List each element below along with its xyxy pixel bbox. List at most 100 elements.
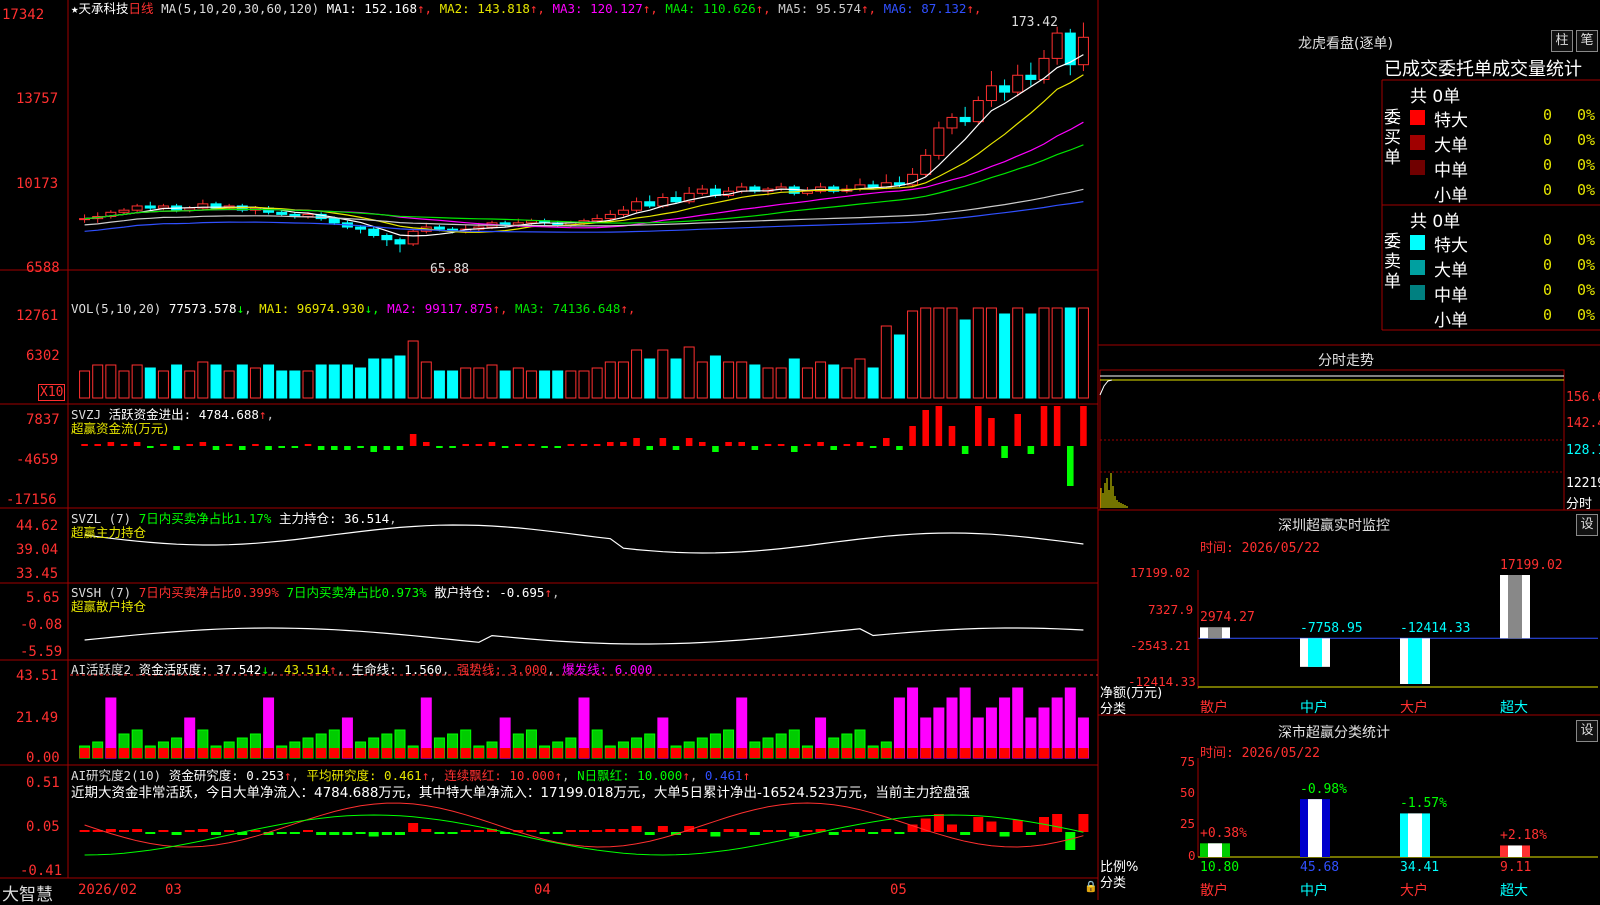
period-label[interactable]: 日线 xyxy=(129,1,154,16)
ai-active-base xyxy=(487,748,497,758)
sell-row-name-1: 特大 xyxy=(1434,236,1468,256)
ai-active-base xyxy=(434,748,445,758)
ai-active-base xyxy=(881,748,892,758)
intraday-tick-4: 12219 xyxy=(1566,476,1600,491)
ai-active-base xyxy=(342,748,353,758)
svzj-bar xyxy=(830,446,837,450)
volume-bar xyxy=(788,358,800,399)
dragon-title: 龙虎看盘(逐单) xyxy=(1298,36,1393,52)
ai-active-base xyxy=(539,748,550,758)
svzl-p2: 主力持仓: 36.514 xyxy=(278,511,390,526)
volume-bar xyxy=(249,367,261,399)
volume-bars xyxy=(79,307,1089,399)
sz-class-bar xyxy=(1500,845,1530,857)
sell-row-value-1: 0 xyxy=(1543,231,1553,249)
sz-monitor-axis-title2: 分类 xyxy=(1100,702,1127,717)
sz-monitor-bar xyxy=(1500,575,1530,639)
candle-body xyxy=(1051,32,1063,59)
volume-bar xyxy=(801,367,813,399)
candle-body xyxy=(1012,74,1024,93)
svzl-subtitle: 超赢主力持仓 xyxy=(71,525,147,540)
svzj-bar xyxy=(751,446,759,450)
ai-research-bar xyxy=(763,830,773,832)
svzl-tick-2: 39.04 xyxy=(16,542,59,558)
intraday-open-line xyxy=(1099,379,1113,396)
candle-body xyxy=(644,201,656,207)
svsh-p3: 散户持仓: -0.695 xyxy=(434,585,545,600)
volume-bar xyxy=(657,349,669,399)
ai-active-base xyxy=(828,748,839,758)
svzl-p1: 7日内买卖净占比1.17% xyxy=(138,511,272,526)
date-label-1: 2026/02 xyxy=(78,882,138,898)
volume-bar xyxy=(749,364,761,399)
volume-bar xyxy=(670,358,682,399)
ai-active-base xyxy=(119,748,129,758)
sz-class-value-1: 10.80 xyxy=(1200,860,1240,875)
ai-research-bar xyxy=(1052,814,1063,832)
sz-class-settings-button[interactable]: 设 xyxy=(1576,720,1598,742)
volume-bar xyxy=(933,307,945,399)
sz-monitor-value-2: -7758.95 xyxy=(1300,621,1363,637)
volume-bar xyxy=(512,367,524,399)
volume-bar xyxy=(552,370,564,399)
up-arrow-icon: ↑ xyxy=(682,768,690,783)
lock-icon[interactable]: 🔒 xyxy=(1084,880,1098,893)
candle-body xyxy=(1038,57,1050,80)
up-arrow-icon: ↑, xyxy=(492,301,516,316)
pillar-button[interactable]: 柱 xyxy=(1551,30,1573,52)
candle-body xyxy=(670,197,682,203)
ai-research-bar xyxy=(973,817,984,832)
main-canvas xyxy=(0,0,1600,900)
volume-bar xyxy=(841,367,853,399)
ai-active-title: AI活跃度2 xyxy=(71,662,132,677)
volume-bar xyxy=(473,367,485,399)
ai-active-base xyxy=(605,748,616,758)
ai-research-bar xyxy=(329,832,340,835)
ai-active-tick-2: 21.49 xyxy=(16,710,59,726)
ai-research-bar xyxy=(1025,832,1036,835)
ai-research-bar xyxy=(526,830,537,832)
ai-research-bar xyxy=(289,832,300,834)
ai-research-bar xyxy=(303,830,313,832)
ai-research-bar xyxy=(395,832,405,835)
candlestick-series xyxy=(79,22,1089,253)
volume-bar xyxy=(433,370,445,399)
candle-body xyxy=(433,226,445,230)
sz-class-time: 时间: 2026/05/22 xyxy=(1200,746,1320,761)
ai-research-bar xyxy=(579,830,589,832)
sell-row-name-4: 小单 xyxy=(1434,311,1468,331)
brand-label[interactable]: 大智慧 xyxy=(2,880,53,905)
candle-body xyxy=(959,116,971,123)
volume-bar xyxy=(341,364,353,399)
star-icon[interactable]: ★ xyxy=(71,1,79,16)
svzj-bar xyxy=(738,442,745,446)
volume-bar xyxy=(263,364,275,399)
price-tick-4: 6588 xyxy=(26,260,60,276)
svzj-bar xyxy=(909,426,916,446)
sz-monitor-settings-button[interactable]: 设 xyxy=(1576,514,1598,536)
ai-research-bar xyxy=(749,832,760,835)
svzj-bar xyxy=(699,442,706,446)
svzj-bar xyxy=(712,446,719,452)
candle-body xyxy=(394,239,406,245)
ai-research-bar xyxy=(421,829,432,832)
ai-research-bar xyxy=(933,814,944,832)
svzj-bar xyxy=(475,444,483,446)
down-arrow-icon: ↓ xyxy=(236,301,245,316)
ai-active-base xyxy=(250,748,261,758)
ai-research-bar xyxy=(197,829,208,832)
candle-body xyxy=(604,213,616,220)
ai-research-p1: 资金研究度: 0.253 xyxy=(168,768,284,783)
svzj-bar xyxy=(1014,414,1021,446)
order-button[interactable]: 笔 xyxy=(1576,30,1598,52)
dragon-subtitle: 已成交委托单成交量统计 xyxy=(1384,59,1582,80)
svzj-bar xyxy=(1053,406,1061,446)
ai-active-base xyxy=(1012,748,1023,758)
svsh-line xyxy=(84,627,1084,645)
ai-research-red-line xyxy=(84,802,1084,848)
ai-research-tick-3: -0.41 xyxy=(20,863,63,879)
sz-monitor-value-1: 2974.27 xyxy=(1200,610,1255,626)
ai-research-bar xyxy=(841,830,852,832)
svzj-bar xyxy=(265,446,272,450)
ai-active-base xyxy=(184,748,195,758)
